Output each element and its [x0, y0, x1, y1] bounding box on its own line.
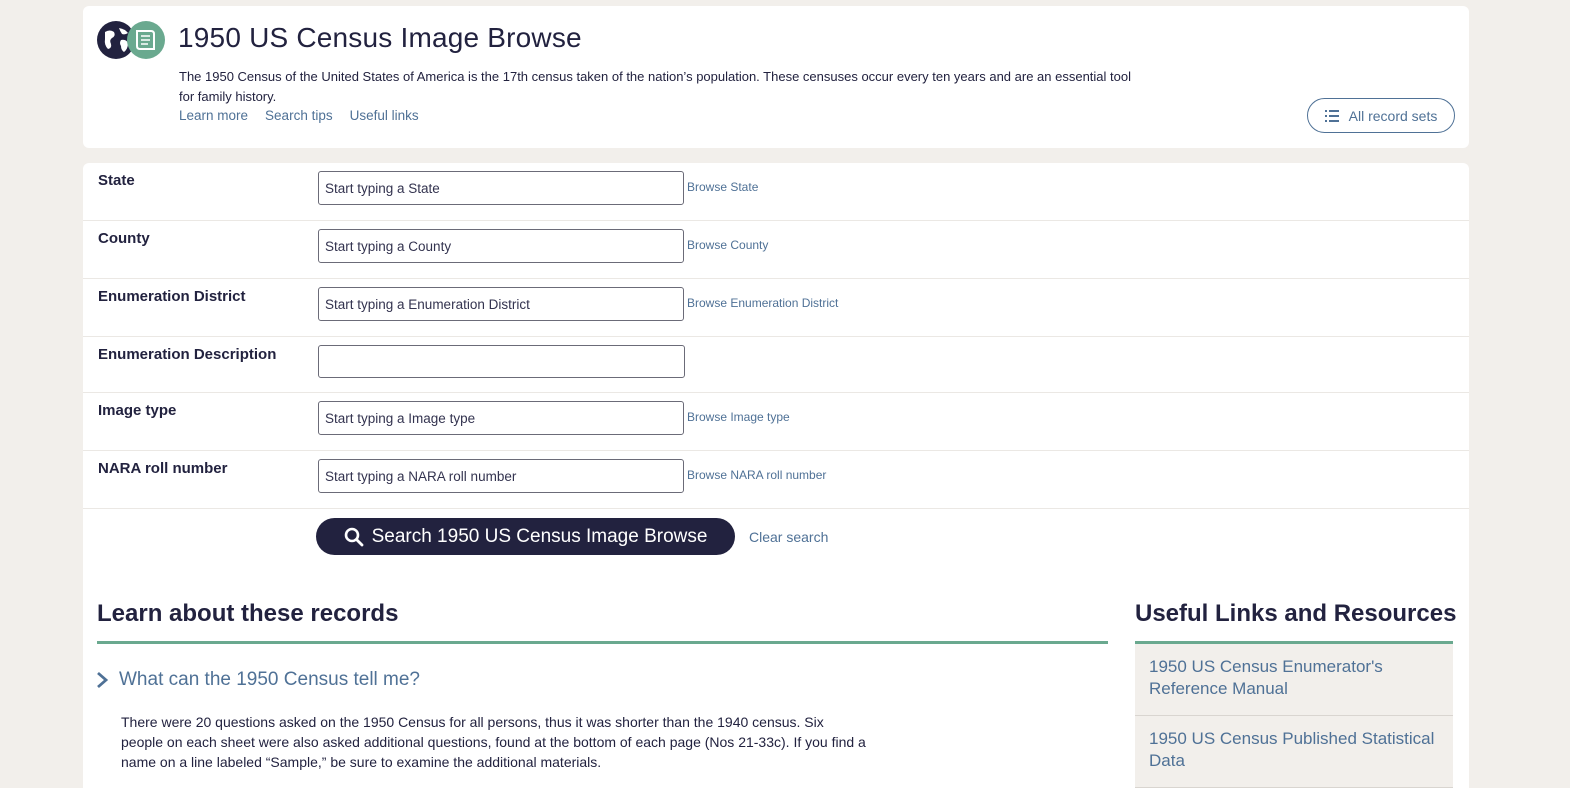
search-button-label: Search 1950 US Census Image Browse — [371, 525, 708, 547]
page-title: 1950 US Census Image Browse — [178, 22, 582, 53]
list-icon — [1324, 109, 1339, 122]
enumeration-description-label: Enumeration Description — [98, 346, 277, 363]
accordion-body: There were 20 questions asked on the 195… — [121, 714, 866, 770]
logo — [97, 21, 165, 59]
learn-heading: Learn about these records — [97, 600, 399, 627]
book-icon — [127, 21, 165, 59]
resources-heading: Useful Links and Resources — [1135, 600, 1457, 627]
learn-divider — [97, 641, 1108, 644]
form-row-enumeration-description: Enumeration Description — [83, 337, 1469, 393]
form-row-image-type: Image type Browse Image type — [83, 393, 1469, 451]
useful-links-link[interactable]: Useful links — [350, 108, 419, 123]
browse-enumeration-district-link[interactable]: Browse Enumeration District — [687, 296, 838, 310]
header-card: 1950 US Census Image Browse The 1950 Cen… — [83, 6, 1469, 148]
county-label: County — [98, 230, 150, 247]
enumeration-description-input[interactable] — [318, 345, 685, 378]
browse-state-link[interactable]: Browse State — [687, 180, 758, 194]
accordion-what-can-census-tell[interactable]: What can the 1950 Census tell me? — [95, 669, 420, 691]
form-row-nara-roll-number: NARA roll number Browse NARA roll number — [83, 451, 1469, 509]
image-type-input[interactable] — [318, 401, 684, 435]
search-tips-link[interactable]: Search tips — [265, 108, 333, 123]
search-form: State Browse State County Browse County … — [83, 163, 1469, 788]
search-icon — [344, 527, 363, 546]
browse-county-link[interactable]: Browse County — [687, 238, 768, 252]
all-record-sets-button[interactable]: All record sets — [1307, 98, 1455, 133]
clear-search-link[interactable]: Clear search — [749, 529, 828, 545]
all-record-sets-label: All record sets — [1348, 107, 1438, 124]
accordion-title: What can the 1950 Census tell me? — [119, 669, 421, 690]
form-row-enumeration-district: Enumeration District Browse Enumeration … — [83, 279, 1469, 337]
search-button[interactable]: Search 1950 US Census Image Browse — [316, 518, 735, 555]
form-row-county: County Browse County — [83, 221, 1469, 279]
form-row-state: State Browse State — [83, 163, 1469, 221]
chevron-right-icon — [97, 671, 109, 689]
browse-image-type-link[interactable]: Browse Image type — [687, 410, 790, 424]
header-links: Learn more Search tips Useful links — [179, 108, 419, 123]
enumeration-district-input[interactable] — [318, 287, 684, 321]
image-type-label: Image type — [98, 402, 177, 419]
state-input[interactable] — [318, 171, 684, 205]
enumeration-district-label: Enumeration District — [98, 288, 246, 305]
page-description: The 1950 Census of the United States of … — [179, 69, 1131, 104]
nara-roll-number-label: NARA roll number — [98, 460, 228, 477]
state-label: State — [98, 172, 135, 189]
resource-link-enumerator-manual[interactable]: 1950 US Census Enumerator's Reference Ma… — [1135, 644, 1453, 716]
browse-nara-roll-number-link[interactable]: Browse NARA roll number — [687, 468, 826, 482]
nara-roll-number-input[interactable] — [318, 459, 684, 493]
county-input[interactable] — [318, 229, 684, 263]
resource-link-statistical-data[interactable]: 1950 US Census Published Statistical Dat… — [1135, 716, 1453, 788]
learn-more-link[interactable]: Learn more — [179, 108, 248, 123]
